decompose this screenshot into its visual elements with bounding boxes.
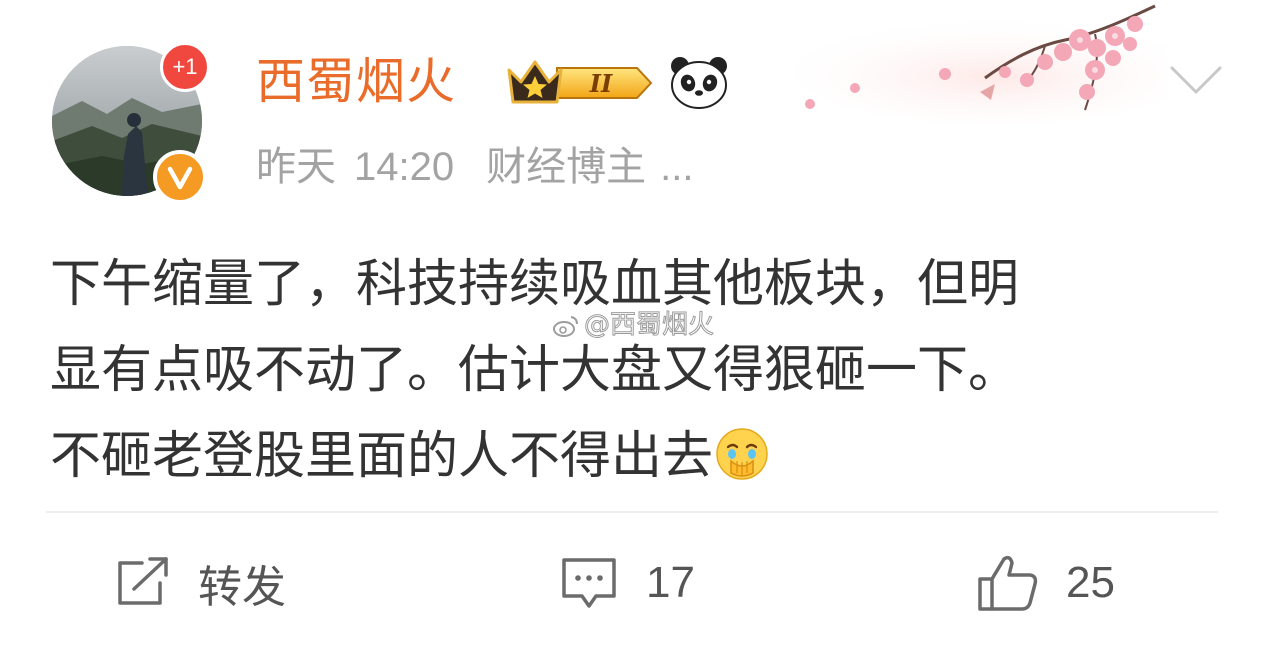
weibo-logo-icon — [553, 316, 578, 337]
notification-badge: +1 — [160, 42, 210, 92]
weibo-post-card: +1 西蜀烟火 II 昨天 14:20 财经博主... 下午缩量了，科技持续吸血… — [0, 0, 1262, 645]
post-date: 昨天 — [256, 145, 336, 189]
author-tag: 财经博主 — [486, 145, 647, 189]
thumbs-up-icon — [978, 555, 1038, 611]
comment-button[interactable]: 17 — [558, 548, 695, 618]
post-content: 下午缩量了，科技持续吸血其他板块，但明 显有点吸不动了。估计大盘又得狠砸一下。 … — [50, 242, 1220, 500]
post-content-text: 不砸老登股里面的人不得出去 — [50, 427, 714, 486]
image-watermark: @西蜀烟火 — [552, 304, 715, 341]
cherry-blossom-decoration-icon — [795, 4, 1165, 124]
comment-icon — [562, 558, 616, 608]
author-name[interactable]: 西蜀烟火 — [256, 52, 456, 112]
like-count: 25 — [1066, 558, 1115, 607]
watermark-text: @西蜀烟火 — [583, 310, 715, 341]
repost-icon — [118, 557, 168, 605]
chevron-down-icon[interactable] — [1168, 62, 1224, 98]
vip-crown-badge-icon[interactable]: II — [505, 56, 653, 110]
crying-face-emoji-icon — [716, 428, 768, 480]
post-time: 14:20 — [354, 145, 455, 189]
like-button[interactable]: 25 — [976, 548, 1115, 618]
comment-count: 17 — [646, 558, 695, 607]
meta-more[interactable]: ... — [660, 142, 693, 192]
post-meta: 昨天 14:20 财经博主... — [256, 142, 693, 192]
verified-v-icon — [153, 150, 207, 204]
repost-label: 转发 — [198, 562, 286, 613]
vip-level-label: II — [589, 69, 613, 98]
divider — [46, 511, 1218, 513]
panda-icon[interactable] — [668, 54, 730, 110]
post-content-line: 不砸老登股里面的人不得出去 — [50, 414, 1220, 500]
repost-button[interactable]: 转发 — [114, 548, 286, 618]
